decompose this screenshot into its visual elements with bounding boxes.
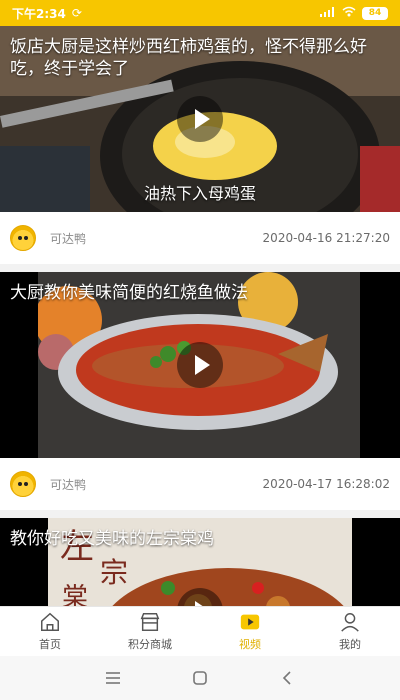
system-nav-bar	[0, 656, 400, 700]
video-card[interactable]: 饭店大厨是这样炒西红柿鸡蛋的，怪不得那么好吃，终于学会了 油热下入母鸡蛋	[0, 26, 400, 212]
tab-label: 首页	[39, 638, 61, 651]
tab-label: 积分商城	[128, 638, 172, 651]
status-time: 下午2:34	[12, 6, 66, 21]
svg-text:宗: 宗	[100, 556, 128, 589]
tab-label: 我的	[339, 638, 361, 651]
wifi-icon	[342, 6, 356, 20]
status-bar: 下午2:34 ⟳ 84	[0, 0, 400, 26]
divider	[0, 510, 400, 518]
store-icon	[140, 613, 160, 631]
video-icon	[240, 614, 260, 630]
menu-icon[interactable]	[104, 669, 122, 687]
tab-profile[interactable]: 我的	[300, 607, 400, 656]
bottom-tab-bar: 首页 积分商城 视频 我的	[0, 606, 400, 656]
tab-label: 视频	[239, 638, 261, 651]
video-meta: 可达鸭 2020-04-16 21:27:20	[0, 212, 400, 264]
author-name[interactable]: 可达鸭	[50, 230, 86, 247]
publish-date: 2020-04-17 16:28:02	[262, 477, 390, 491]
sync-icon: ⟳	[71, 6, 82, 20]
svg-text:棠: 棠	[62, 583, 88, 606]
home-button-icon[interactable]	[191, 669, 209, 687]
home-icon	[41, 612, 59, 631]
video-feed[interactable]: 饭店大厨是这样炒西红柿鸡蛋的，怪不得那么好吃，终于学会了 油热下入母鸡蛋 可达鸭…	[0, 26, 400, 606]
tab-home[interactable]: 首页	[0, 607, 100, 656]
status-indicators: 84	[320, 6, 388, 20]
video-card[interactable]: 左 宗 棠 教你好吃又美味的左宗棠鸡	[0, 518, 400, 606]
avatar[interactable]	[10, 225, 36, 251]
publish-date: 2020-04-16 21:27:20	[262, 231, 390, 245]
tab-store[interactable]: 积分商城	[100, 607, 200, 656]
video-card[interactable]: 大厨教你美味简便的红烧鱼做法	[0, 272, 400, 458]
video-title: 饭店大厨是这样炒西红柿鸡蛋的，怪不得那么好吃，终于学会了	[10, 37, 367, 79]
tab-video[interactable]: 视频	[200, 607, 300, 656]
divider	[0, 264, 400, 272]
play-icon[interactable]	[177, 96, 223, 142]
video-caption: 油热下入母鸡蛋	[143, 184, 256, 203]
signal-icon	[320, 6, 336, 20]
video-meta: 可达鸭 2020-04-17 16:28:02	[0, 458, 400, 510]
avatar[interactable]	[10, 471, 36, 497]
profile-icon	[341, 613, 359, 632]
video-title: 大厨教你美味简便的红烧鱼做法	[10, 283, 248, 303]
video-title: 教你好吃又美味的左宗棠鸡	[10, 529, 214, 549]
author-name[interactable]: 可达鸭	[50, 476, 86, 493]
battery-icon: 84	[362, 6, 388, 20]
back-icon[interactable]	[278, 669, 296, 687]
play-icon[interactable]	[177, 342, 223, 388]
